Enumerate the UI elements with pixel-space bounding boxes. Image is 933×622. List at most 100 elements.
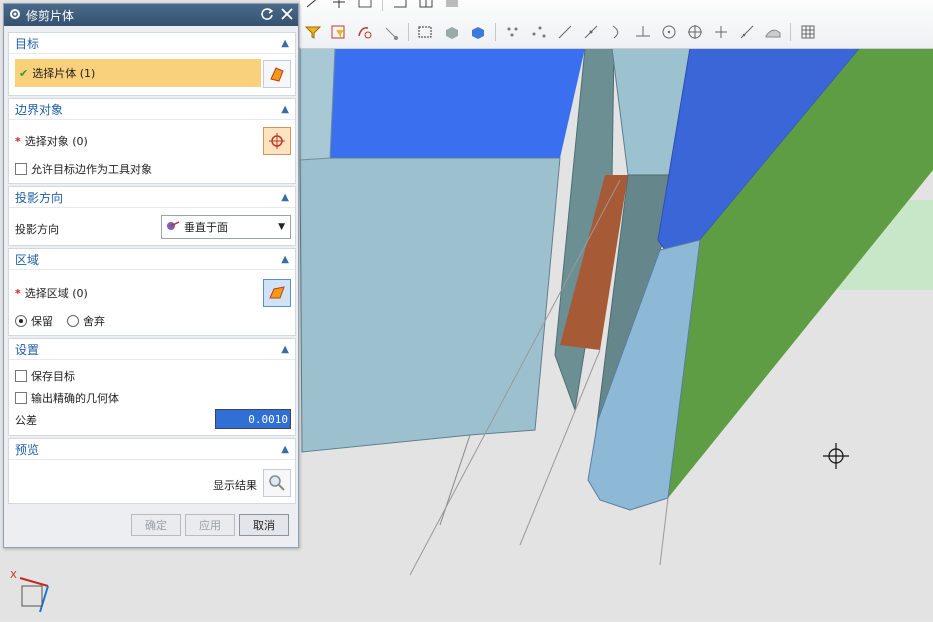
select-object-button[interactable] [263, 127, 291, 155]
show-result-label: 显示结果 [213, 479, 257, 492]
gear-icon[interactable] [8, 7, 22, 24]
plus-snap-icon[interactable] [710, 22, 732, 42]
projection-direction-value: 垂直于面 [184, 221, 228, 234]
region-icon [269, 286, 285, 299]
section-region: 区域 ▲ * 选择区域 (0) 保留 舍弃 [8, 248, 296, 336]
curve-snap-icon[interactable] [606, 22, 628, 42]
sheet-body-icon [270, 67, 284, 82]
circle-quadrant-snap-icon[interactable] [684, 22, 706, 42]
toolbar-row-1 [300, 0, 465, 14]
tolerance-label: 公差 [15, 414, 37, 427]
model-face-teal-edge [299, 47, 336, 161]
grid-tool-icon[interactable] [415, 0, 437, 12]
output-exact-checkbox[interactable] [15, 392, 27, 404]
projection-direction-dropdown[interactable]: 垂直于面 ▼ [161, 215, 291, 239]
snap-point-icon[interactable] [354, 22, 376, 42]
section-projection-header[interactable]: 投影方向 ▲ [9, 187, 295, 208]
show-result-button[interactable] [263, 469, 291, 497]
discard-option[interactable]: 舍弃 [67, 313, 105, 329]
shape-tool-icon[interactable] [354, 0, 376, 12]
section-projection-title: 投影方向 [15, 190, 64, 205]
circle-center-snap-icon[interactable] [658, 22, 680, 42]
grid-display-icon[interactable] [797, 22, 819, 42]
check-icon: ✔ [19, 66, 29, 80]
normal-to-face-icon [166, 220, 180, 235]
section-region-header[interactable]: 区域 ▲ [9, 249, 295, 270]
camera-tool-icon[interactable] [441, 0, 463, 12]
region-options-row: 保留 舍弃 [15, 313, 105, 329]
point-cloud-icon[interactable] [502, 22, 524, 42]
chamfer-tool-icon[interactable] [389, 0, 411, 12]
section-boundary-header[interactable]: 边界对象 ▲ [9, 99, 295, 120]
section-settings-header[interactable]: 设置 ▲ [9, 339, 295, 360]
perpendicular-snap-icon[interactable] [632, 22, 654, 42]
reset-icon[interactable] [260, 7, 274, 24]
crosshair-select-icon [269, 133, 285, 149]
section-target-header[interactable]: 目标 ▲ [9, 33, 295, 54]
model-face-blue-top [330, 48, 585, 158]
select-sheet-row[interactable]: ✔ 选择片体 (1) [15, 59, 261, 87]
axis-x-label: X [10, 570, 17, 581]
select-region-label: 选择区域 (0) [24, 287, 88, 300]
main-toolbar [300, 0, 933, 49]
toolbar-row-2 [300, 20, 821, 44]
ok-button[interactable]: 确定 [131, 514, 181, 536]
projection-direction-label: 投影方向 [15, 223, 59, 236]
shaded-solid-icon[interactable] [441, 22, 463, 42]
section-region-title: 区域 [15, 252, 40, 267]
filter-icon[interactable] [302, 22, 324, 42]
toolbar-separator [408, 23, 409, 41]
collapse-chevron-icon[interactable]: ▲ [281, 344, 289, 355]
tolerance-row: 公差 [15, 412, 37, 428]
line-snap-icon[interactable] [554, 22, 576, 42]
tangent-snap-icon[interactable] [736, 22, 758, 42]
plus-tool-icon[interactable] [328, 0, 350, 12]
collapse-chevron-icon[interactable]: ▲ [281, 192, 289, 203]
tolerance-input[interactable]: 0.0010 [215, 409, 291, 429]
select-region-row[interactable]: * 选择区域 (0) [15, 285, 88, 301]
collapse-chevron-icon[interactable]: ▲ [281, 38, 289, 49]
select-object-label: 选择对象 (0) [24, 135, 88, 148]
keep-target-checkbox[interactable] [15, 370, 27, 382]
section-preview: 预览 ▲ 显示结果 [8, 438, 296, 504]
close-icon[interactable] [280, 7, 294, 24]
select-sheet-button[interactable] [263, 60, 291, 88]
solid-view-icon[interactable] [467, 22, 489, 42]
collapse-chevron-icon[interactable]: ▲ [281, 254, 289, 265]
select-region-button[interactable] [263, 279, 291, 307]
line-tool-icon[interactable] [302, 0, 324, 12]
cancel-button[interactable]: 取消 [239, 514, 289, 536]
keep-option[interactable]: 保留 [15, 313, 53, 329]
collapse-chevron-icon[interactable]: ▲ [281, 444, 289, 455]
required-icon: * [15, 286, 21, 300]
snap-curve-icon[interactable] [380, 22, 402, 42]
section-target-title: 目标 [15, 36, 40, 51]
chevron-down-icon: ▼ [278, 222, 285, 232]
select-sheet-label: 选择片体 (1) [32, 67, 96, 80]
select-object-row[interactable]: * 选择对象 (0) [15, 133, 88, 149]
keep-label: 保留 [31, 315, 53, 328]
scatter-point-icon[interactable] [528, 22, 550, 42]
section-boundary: 边界对象 ▲ * 选择对象 (0) 允许目标边作为工具对象 [8, 98, 296, 184]
line-midpoint-icon[interactable] [580, 22, 602, 42]
keep-target-row[interactable]: 保存目标 [15, 368, 75, 384]
discard-label: 舍弃 [83, 315, 105, 328]
section-preview-header[interactable]: 预览 ▲ [9, 439, 295, 460]
discard-radio[interactable] [67, 315, 79, 327]
output-exact-row[interactable]: 输出精确的几何体 [15, 390, 119, 406]
box-select-icon[interactable] [415, 22, 437, 42]
keep-radio[interactable] [15, 315, 27, 327]
trim-sheet-dialog: 修剪片体 目标 ▲ ✔ 选择片体 (1) 边界对象 ▲ * 选择对象 (0) 允… [3, 3, 299, 548]
apply-button[interactable]: 应用 [185, 514, 235, 536]
output-exact-label: 输出精确的几何体 [31, 392, 119, 405]
dialog-title: 修剪片体 [26, 8, 75, 23]
allow-target-edge-row[interactable]: 允许目标边作为工具对象 [15, 161, 152, 177]
surface-snap-icon[interactable] [762, 22, 784, 42]
show-result-row: 显示结果 [213, 477, 257, 493]
projection-direction-row: 投影方向 [15, 221, 59, 237]
select-filter-icon[interactable] [328, 22, 350, 42]
section-boundary-title: 边界对象 [15, 102, 64, 117]
toolbar-separator [495, 23, 496, 41]
allow-target-edge-checkbox[interactable] [15, 163, 27, 175]
collapse-chevron-icon[interactable]: ▲ [281, 104, 289, 115]
